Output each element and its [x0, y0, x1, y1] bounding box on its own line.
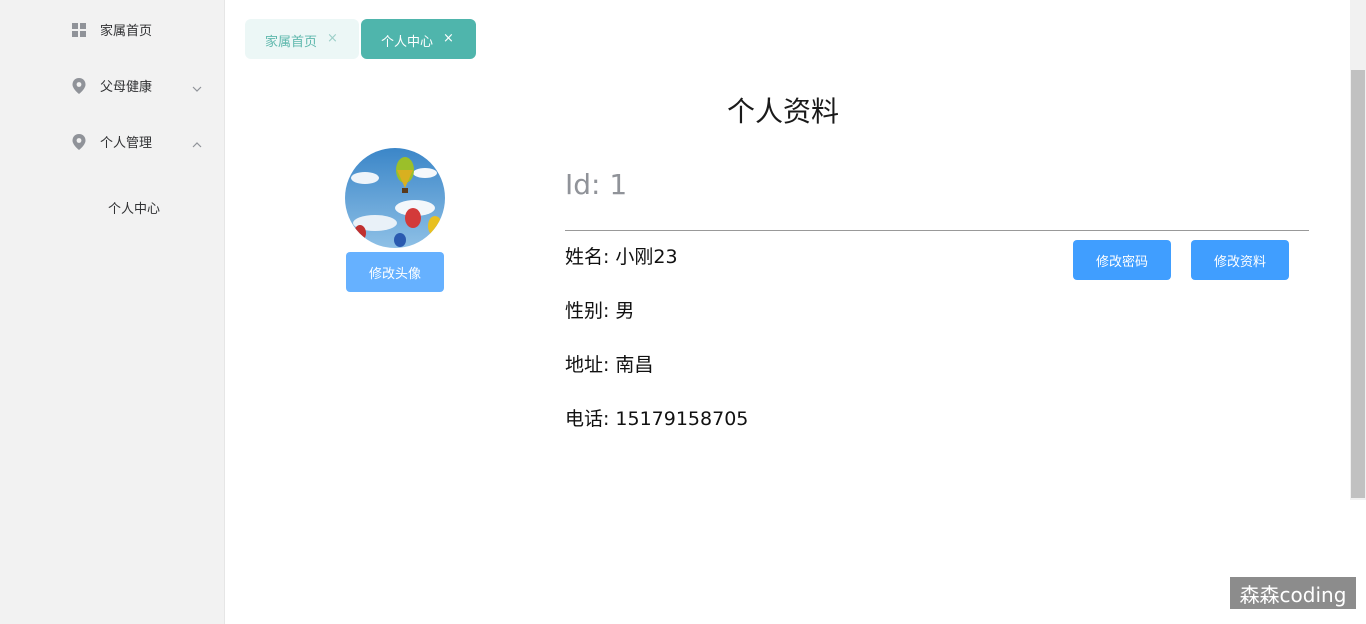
field-address: 地址: 南昌: [565, 350, 653, 377]
field-value: 15179158705: [615, 408, 749, 430]
tab-label: 个人中心: [381, 35, 434, 50]
avatar: [345, 148, 445, 248]
tab-label: 家属首页: [265, 35, 318, 50]
location-icon: [72, 78, 86, 94]
user-id: Id: 1: [565, 168, 627, 201]
field-value: 小刚23: [615, 246, 678, 268]
sidebar-subitem-personal-center[interactable]: 个人中心: [0, 182, 224, 232]
close-icon[interactable]: ×: [443, 31, 454, 46]
sidebar-item-personal-management[interactable]: 个人管理: [0, 113, 224, 169]
change-password-button[interactable]: 修改密码: [1073, 240, 1171, 280]
sidebar-item-label: 个人管理: [100, 135, 153, 151]
chevron-up-icon: [192, 135, 202, 148]
tab-family-home[interactable]: 家属首页 ×: [245, 19, 359, 59]
sidebar-item-label: 家属首页: [100, 23, 153, 39]
grid-icon: [72, 22, 86, 37]
sidebar-item-label: 父母健康: [100, 79, 153, 95]
scrollbar-thumb[interactable]: [1351, 70, 1365, 498]
id-label: Id:: [565, 168, 601, 201]
field-label: 姓名:: [565, 246, 610, 268]
field-phone: 电话: 15179158705: [565, 404, 748, 431]
field-gender: 性别: 男: [565, 296, 634, 323]
field-name: 姓名: 小刚23: [565, 242, 678, 269]
page-title: 个人资料: [727, 95, 840, 128]
edit-profile-button[interactable]: 修改资料: [1191, 240, 1289, 280]
watermark: 森森coding: [1230, 577, 1356, 609]
chevron-down-icon: [192, 79, 202, 92]
sidebar: 家属首页 父母健康 个人管理 个人中心: [0, 0, 225, 624]
field-value: 南昌: [615, 354, 654, 376]
location-icon: [72, 134, 86, 150]
change-avatar-button[interactable]: 修改头像: [346, 252, 444, 292]
field-label: 地址:: [565, 354, 610, 376]
divider: [565, 230, 1309, 231]
field-label: 电话:: [565, 408, 610, 430]
sidebar-subitem-label: 个人中心: [108, 202, 161, 217]
field-label: 性别:: [565, 300, 610, 322]
close-icon[interactable]: ×: [327, 31, 338, 46]
field-value: 男: [615, 300, 635, 322]
sidebar-item-parent-health[interactable]: 父母健康: [0, 57, 224, 113]
sidebar-item-family-home[interactable]: 家属首页: [0, 1, 224, 57]
id-value: 1: [609, 168, 628, 201]
tab-personal-center[interactable]: 个人中心 ×: [361, 19, 476, 59]
